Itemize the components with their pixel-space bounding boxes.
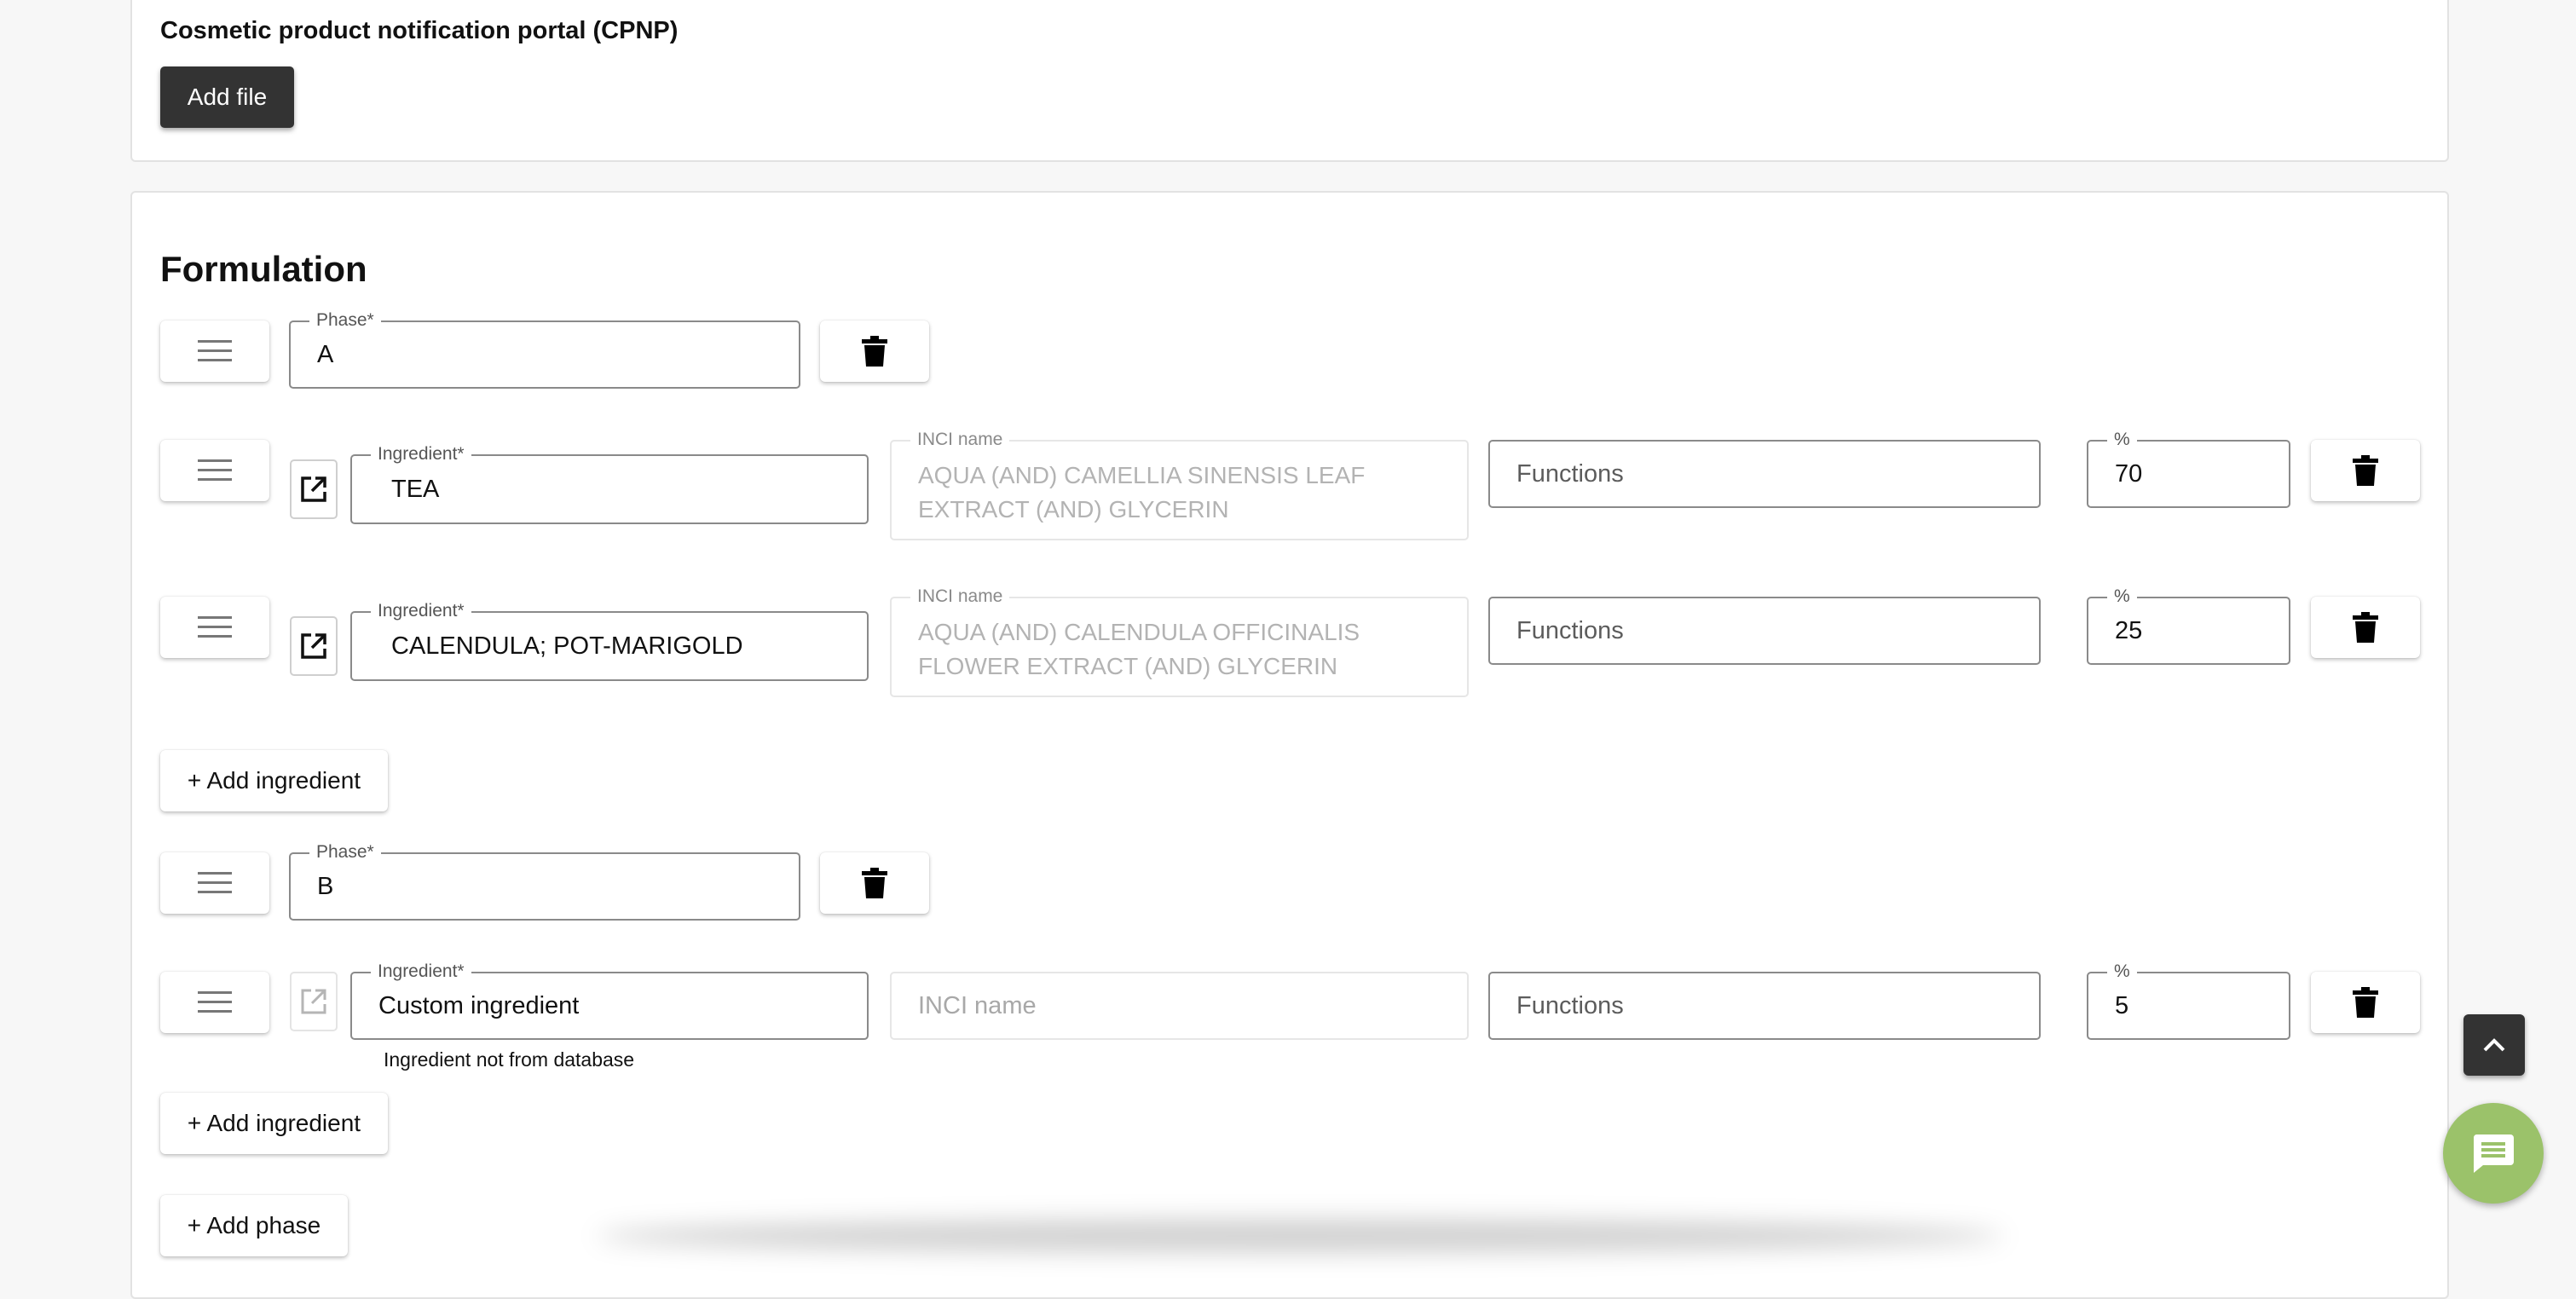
functions-placeholder: Functions: [1516, 616, 1624, 644]
percent-value: 5: [2115, 991, 2129, 1019]
inci-name-value: AQUA (AND) CALENDULA OFFICINALIS FLOWER …: [918, 619, 1360, 679]
open-ingredient-button[interactable]: [290, 616, 338, 676]
phase-field[interactable]: Phase* A: [289, 310, 800, 389]
add-phase-button[interactable]: + Add phase: [160, 1195, 348, 1256]
add-ingredient-button[interactable]: + Add ingredient: [160, 750, 388, 811]
ingredient-field[interactable]: Ingredient* CALENDULA; POT-MARIGOLD: [350, 601, 869, 681]
functions-field[interactable]: Functions: [1488, 440, 2041, 508]
trash-icon: [2353, 612, 2378, 643]
functions-field[interactable]: Functions: [1488, 972, 2041, 1040]
formulation-card: Formulation Phase* A Ingredient* TEA INC…: [130, 191, 2449, 1299]
delete-ingredient-button[interactable]: [2311, 440, 2420, 501]
functions-placeholder: Functions: [1516, 991, 1624, 1019]
scroll-to-top-button[interactable]: [2463, 1014, 2525, 1076]
cpnp-card: Cosmetic product notification portal (CP…: [130, 0, 2449, 162]
functions-placeholder: Functions: [1516, 459, 1624, 488]
inci-name-field: INCI name AQUA (AND) CAMELLIA SINENSIS L…: [890, 430, 1469, 540]
inci-name-label: INCI name: [910, 586, 1010, 607]
bottom-overlay-shadow: [597, 1219, 2003, 1253]
inci-name-label: INCI name: [910, 430, 1010, 450]
percent-field[interactable]: % 5: [2087, 961, 2290, 1040]
drag-handle-icon: [198, 459, 232, 481]
trash-icon: [862, 336, 887, 367]
inci-name-field: INCI name AQUA (AND) CALENDULA OFFICINAL…: [890, 586, 1469, 697]
percent-field[interactable]: % 70: [2087, 430, 2290, 508]
phase-value: A: [317, 340, 334, 368]
delete-phase-button[interactable]: [820, 852, 929, 914]
chat-button[interactable]: [2443, 1103, 2544, 1204]
phase-drag-handle[interactable]: [160, 320, 269, 382]
ingredient-drag-handle[interactable]: [160, 597, 269, 658]
percent-field[interactable]: % 25: [2087, 586, 2290, 665]
cpnp-title: Cosmetic product notification portal (CP…: [160, 17, 679, 44]
phase-value: B: [317, 872, 334, 900]
trash-icon: [862, 868, 887, 898]
percent-value: 70: [2115, 459, 2143, 488]
drag-handle-icon: [198, 991, 232, 1013]
phase-drag-handle[interactable]: [160, 852, 269, 914]
ingredient-value: Custom ingredient: [378, 991, 580, 1019]
ingredient-field[interactable]: Ingredient* TEA: [350, 444, 869, 524]
inci-name-field: INCI name: [890, 972, 1469, 1040]
chat-icon: [2473, 1134, 2514, 1173]
drag-handle-icon: [198, 872, 232, 893]
delete-ingredient-button[interactable]: [2311, 972, 2420, 1033]
inci-name-placeholder: INCI name: [918, 991, 1037, 1019]
delete-ingredient-button[interactable]: [2311, 597, 2420, 658]
add-file-button[interactable]: Add file: [160, 66, 294, 128]
add-ingredient-button[interactable]: + Add ingredient: [160, 1093, 388, 1154]
phase-field[interactable]: Phase* B: [289, 842, 800, 921]
ingredient-drag-handle[interactable]: [160, 972, 269, 1033]
formulation-title: Formulation: [160, 249, 367, 289]
open-ingredient-button-disabled: [290, 972, 338, 1031]
percent-value: 25: [2115, 616, 2143, 644]
chevron-up-icon: [2483, 1038, 2505, 1052]
ingredient-field[interactable]: Ingredient* Custom ingredient: [350, 961, 869, 1040]
open-in-new-icon: [301, 633, 326, 659]
drag-handle-icon: [198, 616, 232, 638]
open-ingredient-button[interactable]: [290, 459, 338, 519]
open-in-new-icon: [301, 989, 326, 1014]
delete-phase-button[interactable]: [820, 320, 929, 382]
inci-name-value: AQUA (AND) CAMELLIA SINENSIS LEAF EXTRAC…: [918, 462, 1366, 522]
ingredient-value: TEA: [391, 475, 440, 503]
trash-icon: [2353, 455, 2378, 486]
functions-field[interactable]: Functions: [1488, 597, 2041, 665]
trash-icon: [2353, 987, 2378, 1018]
ingredient-drag-handle[interactable]: [160, 440, 269, 501]
open-in-new-icon: [301, 476, 326, 502]
ingredient-helper-text: Ingredient not from database: [384, 1048, 635, 1071]
ingredient-value: CALENDULA; POT-MARIGOLD: [391, 632, 743, 660]
drag-handle-icon: [198, 340, 232, 361]
